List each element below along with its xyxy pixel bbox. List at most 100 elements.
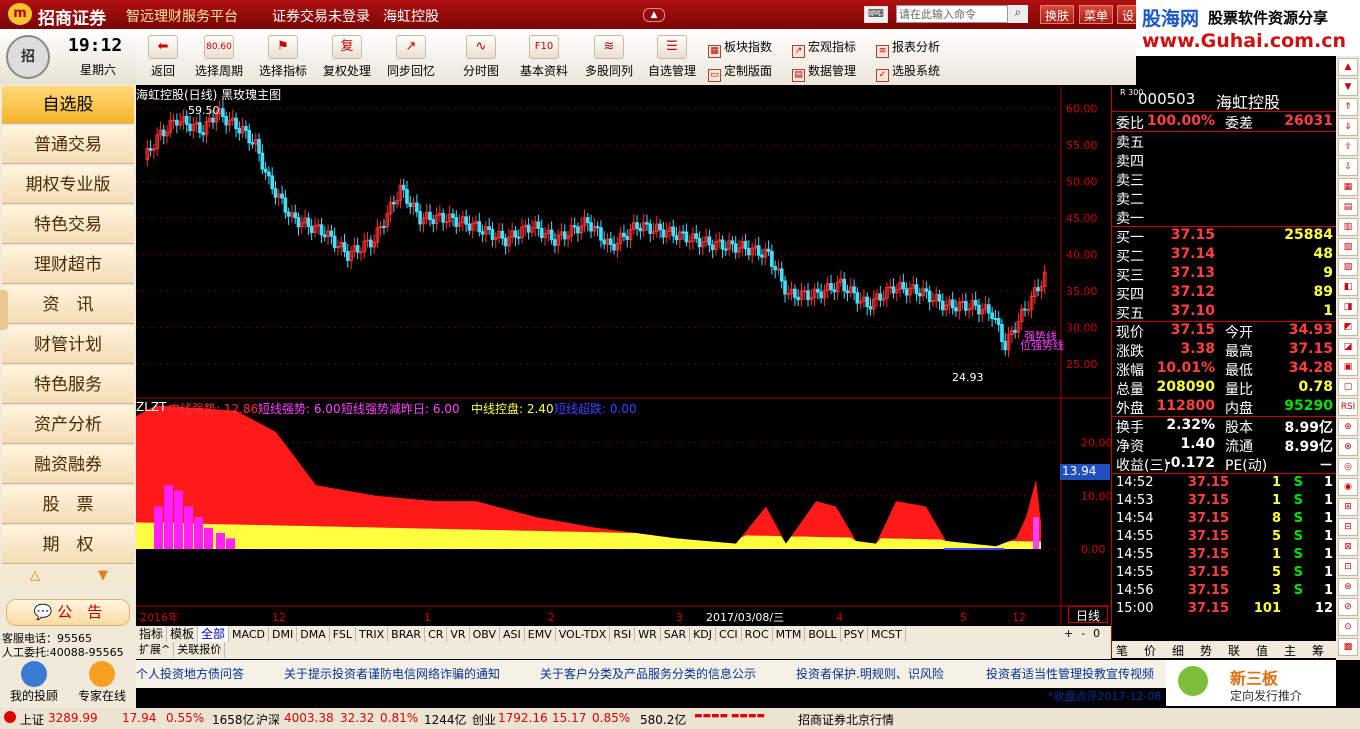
indicator-button[interactable]: ⚑ 选择指标 [254, 29, 312, 85]
indicator-tab[interactable]: MCST [868, 627, 906, 643]
side-tool-icon[interactable]: ⊙ [1338, 618, 1358, 636]
quote-tab[interactable]: 细 [1172, 642, 1184, 659]
period-label[interactable]: 日线 [1068, 606, 1108, 623]
kline-chart-area[interactable]: 60.00 55.00 50.00 45.00 40.00 35.00 30.00 25.00… [136, 86, 1113, 626]
ticker-item[interactable]: 投资者保护.明规则、识风险 [796, 665, 944, 682]
timeshare-button[interactable]: ∿ 分时图 [456, 29, 506, 85]
indicator-tab[interactable]: 指标 [136, 626, 168, 642]
side-tool-icon[interactable]: ▢ [1338, 378, 1358, 396]
indicator-tab[interactable]: ROC [742, 627, 773, 643]
report-button[interactable]: ≡ 报表分析 [876, 38, 940, 58]
indicator-tab[interactable]: 模板 [167, 626, 199, 642]
nav-margin[interactable]: 融资融券 [2, 446, 134, 484]
nav-options[interactable]: 期 权 [2, 526, 134, 564]
nav-news[interactable]: 资 讯 [2, 286, 134, 324]
side-tool-icon[interactable]: ⊡ [1338, 558, 1358, 576]
side-tool-icon[interactable]: ⊞ [1338, 498, 1358, 516]
indicator-tab[interactable]: TRIX [356, 627, 389, 643]
keyboard-icon[interactable]: ⌨ [864, 6, 888, 23]
sync-button[interactable]: ↗ 同步回忆 [382, 29, 440, 85]
quote-tab[interactable]: 主 [1284, 642, 1296, 659]
page-up-icon[interactable]: △ [30, 568, 40, 583]
expand-tab[interactable]: 扩展^ [136, 642, 175, 658]
period-button[interactable]: 80.60 选择周期 [190, 29, 248, 85]
skin-button[interactable]: 换肤 [1040, 5, 1075, 24]
layout-button[interactable]: ▭ 定制版面 [708, 62, 772, 82]
side-tool-icon[interactable]: ▧ [1338, 238, 1358, 256]
nav-plan[interactable]: 财管计划 [2, 326, 134, 364]
data-manage-button[interactable]: ▤ 数据管理 [792, 62, 856, 82]
sector-index-button[interactable]: ▦ 板块指数 [708, 38, 772, 58]
side-tool-icon[interactable]: ◨ [1338, 298, 1358, 316]
screener-button[interactable]: ✓ 选股系统 [876, 62, 940, 82]
ticker-item[interactable]: 关于提示投资者谨防电信网络诈骗的通知 [284, 665, 500, 682]
side-tool-icon[interactable]: ⊘ [1338, 598, 1358, 616]
ticker-item[interactable]: 投资者适当性管理投教宣传视频 [986, 665, 1154, 682]
page-down-icon[interactable]: ▼ [98, 568, 108, 583]
zoom-controls[interactable]: +-0 [1064, 627, 1108, 640]
side-tool-icon[interactable]: ⇑ [1338, 98, 1358, 116]
quote-tab[interactable]: 势 [1200, 642, 1212, 659]
side-tool-icon[interactable]: ▥ [1338, 218, 1358, 236]
back-button[interactable]: ⬅ 返回 [140, 29, 186, 85]
side-tool-icon[interactable]: ◪ [1338, 338, 1358, 356]
macro-button[interactable]: ↗ 宏观指标 [792, 38, 856, 58]
nav-wealth[interactable]: 理财超市 [2, 246, 134, 284]
side-tool-icon[interactable]: ⇧ [1338, 138, 1358, 156]
indicator-tab[interactable]: ASI [500, 627, 525, 643]
indicator-tab[interactable]: BRAR [388, 627, 426, 643]
indicator-tab[interactable]: RSI [610, 627, 636, 643]
quote-tab[interactable]: 筹 [1312, 642, 1324, 659]
f10-button[interactable]: F10 基本资料 [516, 29, 572, 85]
multi-stock-button[interactable]: ≋ 多股同列 [580, 29, 638, 85]
ad-banner[interactable]: 新三板 定向发行推介 [1166, 660, 1336, 706]
side-tool-icon[interactable]: ⊗ [1338, 438, 1358, 456]
indicator-tab[interactable]: KDJ [690, 627, 717, 643]
collapse-icon[interactable]: ▲ [643, 8, 665, 22]
side-tool-icon[interactable]: ▣ [1338, 358, 1358, 376]
indicator-tab[interactable]: SAR [661, 627, 691, 643]
side-tool-icon[interactable]: ◎ [1338, 458, 1358, 476]
side-tool-icon[interactable]: ▨ [1338, 258, 1358, 276]
side-tool-icon[interactable]: ⊠ [1338, 538, 1358, 556]
side-tool-icon[interactable]: ▲ [1338, 58, 1358, 76]
quote-tab[interactable]: 值 [1256, 642, 1268, 659]
side-tool-icon[interactable]: ⇓ [1338, 118, 1358, 136]
side-tool-icon[interactable]: ▤ [1338, 198, 1358, 216]
nav-asset-analysis[interactable]: 资产分析 [2, 406, 134, 444]
command-input[interactable]: 请在此输入命令 [896, 5, 1008, 23]
nav-special-trade[interactable]: 特色交易 [2, 206, 134, 244]
ticker-sub[interactable]: *收盘点评2017-12-08 [1048, 688, 1161, 704]
indicator-tab[interactable]: CCI [716, 627, 742, 643]
menu-button[interactable]: 菜单 [1079, 5, 1114, 24]
indicator-tab[interactable]: DMI [269, 627, 298, 643]
ticker-item[interactable]: 个人投资地方债问答 [136, 665, 244, 682]
my-advisor-button[interactable]: 我的投顾 [6, 661, 62, 704]
side-tool-icon[interactable]: RSI [1338, 398, 1358, 416]
side-tool-icon[interactable]: ⇩ [1338, 158, 1358, 176]
side-tool-icon[interactable]: ▦ [1338, 178, 1358, 196]
indicator-tab[interactable]: MACD [229, 627, 270, 643]
ticker-item[interactable]: 关于客户分类及产品服务分类的信息公示 [540, 665, 756, 682]
side-tool-icon[interactable]: ▼ [1338, 78, 1358, 96]
related-quote-tab[interactable]: 关联报价 [174, 642, 226, 658]
notice-button[interactable]: 💬 公 告 [6, 599, 130, 626]
expert-online-button[interactable]: 专家在线 [72, 661, 132, 704]
login-status[interactable]: 证券交易未登录 [272, 6, 370, 26]
indicator-tab[interactable]: VR [447, 627, 470, 643]
indicator-tab[interactable]: PSY [841, 627, 868, 643]
indicator-tab[interactable]: BOLL [805, 627, 841, 643]
indicator-tab[interactable]: MTM [773, 627, 806, 643]
nav-stock[interactable]: 股 票 [2, 486, 134, 524]
side-tool-icon[interactable]: ▩ [1338, 638, 1358, 656]
side-tool-icon[interactable]: ◉ [1338, 478, 1358, 496]
indicator-tab[interactable]: DMA [297, 627, 330, 643]
side-tool-icon[interactable]: ⊟ [1338, 518, 1358, 536]
watchlist-button[interactable]: ☰ 自选管理 [644, 29, 700, 85]
nav-special-service[interactable]: 特色服务 [2, 366, 134, 404]
side-tool-icon[interactable]: ⊛ [1338, 578, 1358, 596]
panel-toggle-handle[interactable] [0, 290, 8, 330]
indicator-tab[interactable]: FSL [330, 627, 356, 643]
quote-tab[interactable]: 价 [1144, 642, 1156, 659]
indicator-tab[interactable]: WR [635, 627, 661, 643]
